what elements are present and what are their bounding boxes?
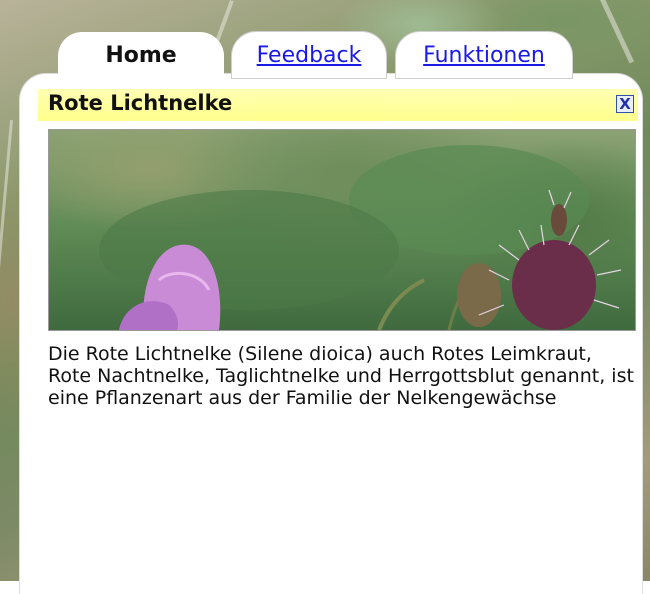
- panel-description: Die Rote Lichtnelke (Silene dioica) auch…: [48, 343, 634, 409]
- tab-funktionen-label[interactable]: Funktionen: [423, 43, 545, 68]
- plant-photo: [48, 129, 636, 331]
- panel-title: Rote Lichtnelke: [48, 91, 233, 115]
- close-icon[interactable]: X: [616, 95, 634, 113]
- tab-funktionen[interactable]: Funktionen: [396, 32, 572, 78]
- panel-header: Rote Lichtnelke X: [38, 89, 638, 121]
- plant-photo-illustration: [99, 145, 622, 330]
- tab-home-label: Home: [105, 42, 177, 68]
- tab-feedback-label[interactable]: Feedback: [257, 43, 362, 68]
- tab-feedback[interactable]: Feedback: [232, 32, 386, 78]
- tab-home[interactable]: Home: [58, 32, 224, 78]
